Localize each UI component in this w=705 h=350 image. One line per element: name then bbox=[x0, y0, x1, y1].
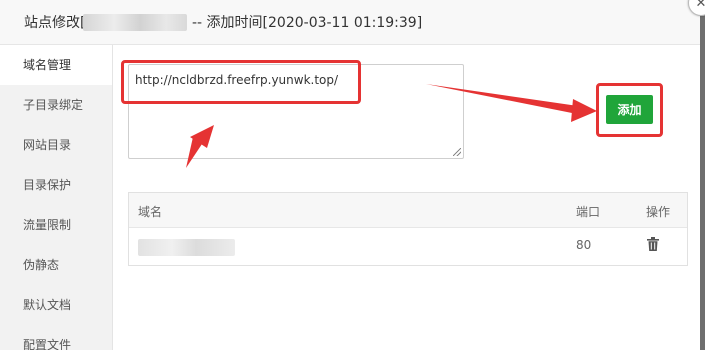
dialog-title-added-time: -- 添加时间[2020-03-11 01:19:39] bbox=[192, 15, 423, 31]
domain-table: 域名 端口 操作 80 bbox=[128, 192, 688, 266]
column-header-domain: 域名 bbox=[138, 205, 163, 219]
column-header-action: 操作 bbox=[646, 205, 671, 219]
dialog-title-prefix: 站点修改[ bbox=[24, 15, 86, 31]
highlight-box-add-button bbox=[596, 83, 663, 137]
settings-sidebar: 域名管理 子目录绑定 网站目录 目录保护 流量限制 伪静态 默认文档 配置文件 bbox=[0, 45, 113, 350]
dialog-titlebar: 站点修改[ -- 添加时间[2020-03-11 01:19:39] bbox=[0, 0, 700, 45]
highlight-box-domain-input bbox=[121, 60, 361, 104]
sidebar-item-config-file[interactable]: 配置文件 bbox=[0, 325, 112, 350]
table-row: 80 bbox=[129, 228, 687, 265]
column-header-port: 端口 bbox=[576, 205, 601, 219]
trash-icon[interactable] bbox=[647, 237, 659, 254]
sidebar-item-traffic-limit[interactable]: 流量限制 bbox=[0, 205, 112, 245]
site-edit-dialog: 站点修改[ -- 添加时间[2020-03-11 01:19:39] 域名管理 … bbox=[0, 0, 700, 350]
sidebar-item-directory-protection[interactable]: 目录保护 bbox=[0, 165, 112, 205]
sidebar-item-domain-management[interactable]: 域名管理 bbox=[0, 45, 112, 85]
port-cell: 80 bbox=[576, 238, 592, 252]
resize-grip-icon[interactable] bbox=[453, 148, 461, 156]
sidebar-item-subdirectory-binding[interactable]: 子目录绑定 bbox=[0, 85, 112, 125]
domain-table-header: 域名 端口 操作 bbox=[129, 193, 687, 228]
site-name-blurred bbox=[83, 14, 187, 31]
sidebar-item-default-document[interactable]: 默认文档 bbox=[0, 285, 112, 325]
domain-cell-blurred bbox=[138, 239, 235, 256]
sidebar-item-pseudo-static[interactable]: 伪静态 bbox=[0, 245, 112, 285]
sidebar-item-site-directory[interactable]: 网站目录 bbox=[0, 125, 112, 165]
